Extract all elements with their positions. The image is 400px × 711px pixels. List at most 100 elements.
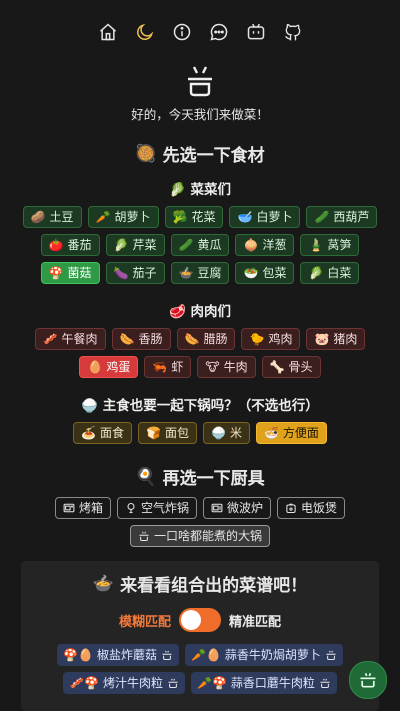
pot-fab-button[interactable]: [349, 661, 387, 699]
tool-tag[interactable]: 烤箱: [54, 497, 111, 519]
results-panel: 🍲 来看看组合出的菜谱吧！ 模糊匹配 精准匹配 🍄🥚 椒盐炸蘑菇 🥕🥚 蒜香牛奶焗胡萝…: [21, 561, 379, 711]
vegetable-tag[interactable]: 🍅 番茄: [40, 234, 100, 256]
vegetable-tag[interactable]: 🥦 花菜: [164, 206, 224, 228]
pot-icon: [161, 649, 173, 661]
staple-tag[interactable]: 🍞 面包: [138, 422, 197, 444]
moon-icon[interactable]: [135, 22, 155, 42]
meat-tags: 🥓 午餐肉 🌭 香肠 🌭 腊肠 🐤 鸡肉 🐷 猪肉 🥚 鸡蛋 🦐 虾 🐮 牛肉 🦴 骨头: [0, 328, 400, 378]
tag-label: 米: [229, 426, 242, 440]
stew-icon: 🍲: [92, 573, 115, 594]
vegetable-tag[interactable]: 🎍 莴笋: [300, 234, 360, 256]
staple-tag[interactable]: 🍚 米: [203, 422, 250, 444]
meat-tag[interactable]: 🥓 午餐肉: [34, 328, 106, 350]
vegetable-tag[interactable]: 🥒 西葫芦: [306, 206, 378, 228]
tag-emoji-icon: 🥚: [87, 360, 103, 374]
meat-tag[interactable]: 🌭 腊肠: [176, 328, 236, 350]
recipe-item[interactable]: 🥓🍄 烤汁牛肉粒: [63, 672, 185, 694]
tag-label: 西葫芦: [333, 210, 370, 224]
match-mode-switch[interactable]: [179, 608, 221, 632]
recipe-item[interactable]: 🍄🥚 椒盐炸蘑菇: [57, 644, 179, 666]
tag-label: 午餐肉: [61, 332, 98, 346]
meat-tag[interactable]: 🌭 香肠: [111, 328, 171, 350]
bilibili-icon[interactable]: [246, 22, 266, 42]
top-nav: [0, 0, 400, 44]
tag-label: 洋葱: [262, 238, 287, 252]
tag-emoji-icon: 🥒: [178, 238, 194, 252]
fuzzy-match-label[interactable]: 模糊匹配: [119, 611, 171, 630]
meat-tag[interactable]: 🥚 鸡蛋: [79, 356, 139, 378]
vegetable-tag[interactable]: 🥕 胡萝卜: [87, 206, 159, 228]
tag-label: 土豆: [49, 210, 74, 224]
tool-tag[interactable]: 一口啥都能煮的大锅: [129, 525, 270, 547]
staple-tag[interactable]: 🍝 面食: [73, 422, 133, 444]
results-title: 🍲 来看看组合出的菜谱吧！: [21, 571, 379, 597]
vegetable-tag[interactable]: 🥬 芹菜: [105, 234, 165, 256]
tool-tag[interactable]: 电饭煲: [277, 497, 346, 519]
meat-tag[interactable]: 🦴 骨头: [261, 356, 321, 378]
pot-logo-icon: [188, 66, 212, 97]
vegetable-tag[interactable]: 🥣 白萝卜: [229, 206, 301, 228]
meat-tag[interactable]: 🦐 虾: [144, 356, 192, 378]
github-icon[interactable]: [283, 22, 303, 42]
staples-title: 🍚 主食也要一起下锅吗？（不选也行）: [0, 394, 400, 414]
results-title-text: 来看看组合出的菜谱吧！: [120, 576, 308, 596]
vegetable-tag[interactable]: 🍲 豆腐: [170, 262, 230, 284]
tag-label: 一口啥都能煮的大锅: [153, 529, 262, 543]
exact-match-label[interactable]: 精准匹配: [229, 611, 281, 630]
message-icon[interactable]: [209, 22, 229, 42]
tag-emoji-icon: 🦴: [269, 360, 285, 374]
tag-label: 白菜: [327, 266, 352, 280]
meat-tag[interactable]: 🐤 鸡肉: [241, 328, 301, 350]
meat-tag[interactable]: 🐷 猪肉: [306, 328, 366, 350]
vegetable-tag[interactable]: 🥬 白菜: [300, 262, 360, 284]
info-icon[interactable]: [172, 22, 192, 42]
vegetables-title: 🥬 菜菜们: [168, 182, 231, 198]
tag-emoji-icon: 🥦: [172, 210, 188, 224]
vegetable-tag[interactable]: 🍄 菌菇: [40, 262, 100, 284]
tag-emoji-icon: 🍲: [178, 266, 194, 280]
home-icon[interactable]: [98, 22, 118, 42]
tag-emoji-icon: 🐮: [205, 360, 220, 374]
tag-label: 方便面: [282, 426, 319, 440]
app-logo: [0, 64, 400, 98]
vegetable-tag[interactable]: 🥗 包菜: [235, 262, 295, 284]
vegetable-tags: 🥔 土豆 🥕 胡萝卜 🥦 花菜 🥣 白萝卜 🥒 西葫芦 🍅 番茄 🥬 芹菜 🥒 黄瓜 🧅 洋葱 🎍 莴笋 🍄 菌菇 🍆 茄子 🍲…: [0, 206, 400, 284]
tag-emoji-icon: 🦐: [152, 360, 168, 374]
recipe-item[interactable]: 🥕🍄 蒜香口蘑牛肉粒: [191, 672, 337, 694]
tools-title: 🍳 再选一下厨具: [0, 464, 400, 490]
tag-label: 莴笋: [327, 238, 352, 252]
recipe-emoji-icon: 🥕🥚: [191, 648, 221, 662]
vegetable-tag[interactable]: 🥒 黄瓜: [170, 234, 230, 256]
tag-emoji-icon: 🍜: [263, 426, 279, 440]
meat-tag[interactable]: 🐮 牛肉: [197, 356, 256, 378]
match-mode-row: 模糊匹配 精准匹配: [21, 608, 379, 632]
rice-icon: 🍚: [81, 398, 99, 414]
tag-label: 骨头: [288, 360, 313, 374]
recipe-list: 🍄🥚 椒盐炸蘑菇 🥕🥚 蒜香牛奶焗胡萝卜 🥓🍄 烤汁牛肉粒 🥕🍄 蒜香口蘑牛肉粒: [21, 644, 379, 694]
recipe-emoji-icon: 🥕🍄: [197, 676, 227, 690]
vegetable-tag[interactable]: 🧅 洋葱: [235, 234, 295, 256]
vegetable-tag[interactable]: 🍆 茄子: [105, 262, 165, 284]
tag-emoji-icon: 🌭: [184, 332, 200, 346]
recipe-item[interactable]: 🥕🥚 蒜香牛奶焗胡萝卜: [185, 644, 343, 666]
recipe-label: 蒜香牛奶焗胡萝卜: [224, 648, 321, 662]
recipe-emoji-icon: 🥓🍄: [69, 676, 99, 690]
staple-tag[interactable]: 🍜 方便面: [255, 422, 327, 444]
tag-emoji-icon: 🥔: [30, 210, 46, 224]
tag-label: 白萝卜: [256, 210, 293, 224]
tag-emoji-icon: 🍚: [211, 426, 226, 440]
tag-label: 面包: [164, 426, 189, 440]
oven-icon: [63, 502, 75, 514]
ingredients-title-text: 先选一下食材: [162, 146, 265, 166]
tag-label: 豆腐: [197, 266, 222, 280]
tag-label: 番茄: [67, 238, 92, 252]
tag-label: 微波炉: [227, 501, 264, 515]
tag-label: 胡萝卜: [114, 210, 151, 224]
tag-emoji-icon: 🥓: [42, 332, 58, 346]
tag-label: 电饭煲: [301, 501, 338, 515]
vegetable-tag[interactable]: 🥔 土豆: [22, 206, 82, 228]
tool-tag[interactable]: 空气炸锅: [116, 497, 197, 519]
tool-tag[interactable]: 微波炉: [203, 497, 272, 519]
tag-label: 猪肉: [333, 332, 358, 346]
tool-tags: 烤箱 空气炸锅 微波炉 电饭煲一口啥都能煮的大锅: [0, 497, 400, 547]
